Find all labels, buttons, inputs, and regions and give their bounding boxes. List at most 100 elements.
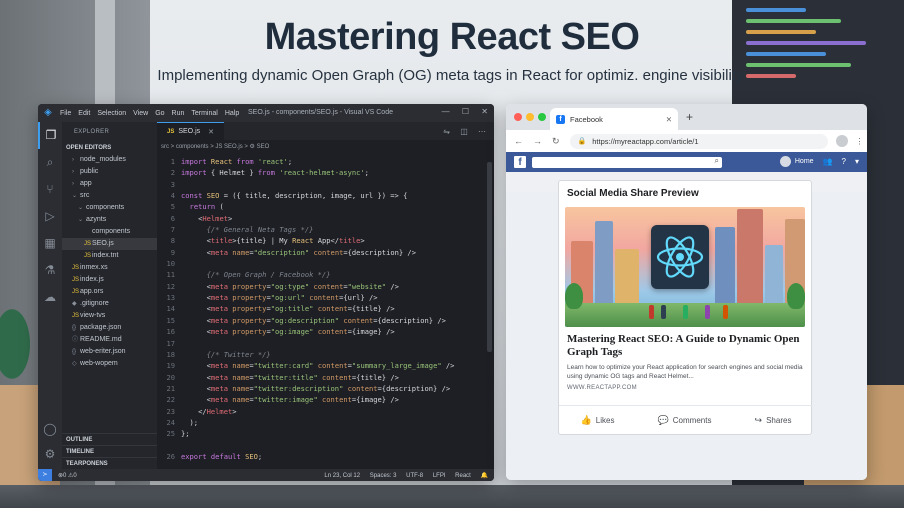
code-line[interactable]: 13 <meta property="og:url" content={url}…	[157, 292, 494, 303]
file-tree-item[interactable]: JSindex.js	[62, 274, 157, 286]
encoding-status[interactable]: UTF-8	[406, 473, 423, 479]
dropdown-caret-icon[interactable]: ▾	[855, 157, 859, 166]
file-tree-item[interactable]: ⓘ README.md	[62, 334, 157, 346]
sidebar-section-tearponens[interactable]: TEARPONENS	[62, 457, 157, 469]
editor-scrollbar[interactable]	[487, 162, 492, 352]
file-tree-item[interactable]: JSapp.ors	[62, 286, 157, 298]
notifications-icon[interactable]: 🔔	[481, 473, 488, 479]
file-tree-item[interactable]: ◆ .gitignore	[62, 298, 157, 310]
file-tree-item[interactable]: {} web-eriter.json	[62, 346, 157, 358]
file-tree-item[interactable]: ⌄ azynts	[62, 214, 157, 226]
home-link[interactable]: Home	[795, 158, 814, 165]
code-line[interactable]: 12 <meta property="og:type" content="web…	[157, 281, 494, 292]
compare-icon[interactable]: ⇋	[443, 127, 450, 136]
menu-item-view[interactable]: View	[133, 110, 148, 117]
file-tree-item[interactable]: JSview-tvs	[62, 310, 157, 322]
minimize-icon[interactable]: —	[442, 107, 450, 116]
open-editors-section[interactable]: OPEN EDITORS	[62, 142, 157, 154]
code-line[interactable]: 4 const SEO = ({ title, description, imag…	[157, 190, 494, 201]
file-tree-item[interactable]: ⌄ src	[62, 190, 157, 202]
browser-tab-facebook[interactable]: f Facebook ✕	[550, 108, 678, 130]
back-arrow-icon[interactable]: ←	[514, 136, 523, 146]
menu-item-halp[interactable]: Halp	[225, 110, 239, 117]
help-icon[interactable]: ?	[842, 157, 846, 166]
code-editor[interactable]: 1 import React from 'react'; 2 import { Hel…	[157, 156, 494, 462]
code-line[interactable]: 18 {/* Twitter */}	[157, 349, 494, 360]
facebook-logo-icon[interactable]: f	[514, 156, 526, 168]
more-actions-icon[interactable]: ⋯	[478, 127, 486, 136]
file-tree-item[interactable]: JSindex.tnt	[62, 250, 157, 262]
menu-item-file[interactable]: File	[60, 110, 71, 117]
menu-item-go[interactable]: Go	[155, 110, 164, 117]
close-window-dot[interactable]	[514, 113, 522, 121]
share-preview-card[interactable]: Social Media Share Preview Mastering Rea…	[558, 180, 813, 435]
extensions-icon[interactable]: ▦	[38, 230, 62, 257]
code-line[interactable]: 19 <meta name="twitter:card" content="su…	[157, 360, 494, 371]
docker-icon[interactable]: ☁	[38, 284, 62, 311]
code-line[interactable]: 23 </Helmet>	[157, 406, 494, 417]
like-button[interactable]: 👍 Likes	[581, 415, 615, 426]
file-tree-item[interactable]: JSSEO.js	[62, 238, 157, 250]
address-bar[interactable]: 🔒 https://myreactapp.com/article/1	[569, 133, 828, 149]
testing-icon[interactable]: ⚗	[38, 257, 62, 284]
code-line[interactable]: 2 import { Helmet } from 'react-helmet-as…	[157, 167, 494, 178]
code-line[interactable]: 11 {/* Open Graph / Facebook */}	[157, 269, 494, 280]
search-icon[interactable]: ⌕	[715, 156, 719, 166]
maximize-icon[interactable]: ☐	[462, 107, 469, 116]
code-line[interactable]: 8 <title>{title} | My React App</title>	[157, 235, 494, 246]
code-line[interactable]: 25};	[157, 428, 494, 439]
menu-item-terminal[interactable]: Terminal	[191, 110, 217, 117]
eol-status[interactable]: LFPI	[433, 473, 446, 479]
friends-icon[interactable]: 👥	[823, 157, 833, 166]
code-line[interactable]: 26 export default SEO;	[157, 451, 494, 462]
file-tree-item[interactable]: › app	[62, 178, 157, 190]
code-line[interactable]: 14 <meta property="og:title" content={ti…	[157, 303, 494, 314]
code-line[interactable]: 1 import React from 'react';	[157, 156, 494, 167]
file-tree-item[interactable]: {} package.json	[62, 322, 157, 334]
cursor-position[interactable]: Ln 23, Col 12	[324, 473, 360, 479]
code-line[interactable]: 9 <meta name="description" content={desc…	[157, 247, 494, 258]
browser-menu-icon[interactable]: ⋮	[856, 137, 864, 146]
zoom-window-dot[interactable]	[538, 113, 546, 121]
file-tree-item[interactable]: ⌄ components	[62, 202, 157, 214]
user-avatar[interactable]	[779, 156, 791, 167]
profile-avatar[interactable]	[835, 135, 848, 147]
reload-icon[interactable]: ↻	[552, 136, 560, 147]
sidebar-section-timeline[interactable]: TIMELINE	[62, 445, 157, 457]
facebook-search-input[interactable]: ⌕	[532, 156, 722, 168]
menu-item-selection[interactable]: Selection	[97, 110, 126, 117]
code-line[interactable]: 22 <meta name="twitter:image" content={i…	[157, 394, 494, 405]
code-line[interactable]: 6 <Helmet>	[157, 213, 494, 224]
minimize-window-dot[interactable]	[526, 113, 534, 121]
comment-button[interactable]: 💬 Comments	[658, 415, 712, 426]
indentation-status[interactable]: Spaces: 3	[370, 473, 397, 479]
run-debug-icon[interactable]: ▷	[38, 203, 62, 230]
code-line[interactable]: 3	[157, 179, 494, 190]
remote-icon[interactable]: ≻	[38, 469, 52, 481]
code-line[interactable]: 5 return (	[157, 201, 494, 212]
tab-seo-js[interactable]: JS SEO.js ✕	[157, 122, 225, 140]
article-heading[interactable]: Mastering React SEO: A Guide to Dynamic …	[567, 333, 807, 359]
tab-close-icon[interactable]: ✕	[666, 115, 672, 124]
explorer-icon[interactable]: ❐	[38, 122, 62, 149]
settings-gear-icon[interactable]: ⚙	[38, 447, 62, 461]
account-icon[interactable]: ◯	[38, 422, 62, 436]
forward-arrow-icon[interactable]: →	[533, 136, 542, 146]
file-tree-item[interactable]: JSinmex.xs	[62, 262, 157, 274]
close-icon[interactable]: ✕	[481, 107, 488, 116]
menu-item-run[interactable]: Run	[172, 110, 185, 117]
share-button[interactable]: ↪ Shares	[755, 415, 792, 426]
code-line[interactable]: 21 <meta name="twitter:description" cont…	[157, 383, 494, 394]
og-preview-image[interactable]	[565, 207, 805, 327]
new-tab-icon[interactable]: +	[686, 110, 693, 124]
code-line[interactable]: 7 {/* General Neta Tags */}	[157, 224, 494, 235]
problems-status[interactable]: ⊗0 ⚠0	[58, 472, 77, 479]
split-editor-icon[interactable]: ◫	[460, 127, 468, 136]
file-tree-item[interactable]: ◇ web-wopem	[62, 358, 157, 370]
breadcrumb[interactable]: src > components > JS SEO.js > ⚙ SEO	[157, 140, 494, 154]
source-control-icon[interactable]: ⑂	[38, 176, 62, 203]
code-line[interactable]: 17	[157, 338, 494, 349]
code-line[interactable]: 16 <meta property="og:image" content={im…	[157, 326, 494, 337]
code-line[interactable]: 24 );	[157, 417, 494, 428]
sidebar-section-outline[interactable]: OUTLINE	[62, 433, 157, 445]
